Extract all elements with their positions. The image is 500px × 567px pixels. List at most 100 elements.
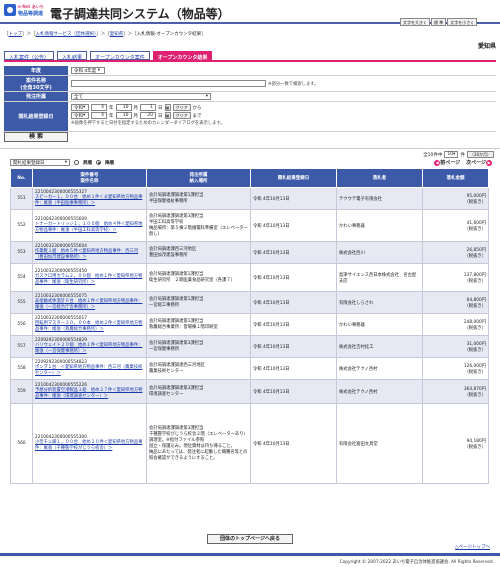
per-page-unit: 件 — [460, 152, 465, 158]
date-from-era[interactable]: 令和 ▾ — [71, 104, 89, 111]
area-name: 愛知県 — [477, 43, 496, 50]
font-smaller-button[interactable]: 文字を小さく — [447, 18, 478, 26]
date-to-clear-button[interactable]: クリア — [172, 112, 191, 119]
date-from-suffix: から — [192, 105, 202, 111]
font-standard-button[interactable]: 標 準 — [431, 18, 447, 26]
row-amount: 41,600円 （税抜き） — [422, 209, 489, 242]
date-from-clear-button[interactable]: クリア — [172, 104, 191, 111]
calendar-icon[interactable]: ▦ — [164, 104, 171, 111]
prev-page-link[interactable]: ◀前ページ — [434, 159, 460, 166]
page-top-link[interactable]: △ページトップへ — [455, 544, 490, 550]
amount-tax-note: （税抜き） — [464, 303, 486, 309]
dept-line: 納品にあたっては、発注者に起動した職種名等との照会確認ができるようにすること。 — [149, 449, 248, 461]
dept-line: 一宮総工事務所 — [149, 302, 180, 308]
breadcrumb-aichi[interactable]: 愛知県 — [110, 32, 124, 37]
year-select[interactable]: 令和 4年度 ▾ — [71, 67, 105, 74]
tab-open-counter-result[interactable]: オープンカウンタ結果 — [152, 51, 213, 61]
sort-desc-radio[interactable] — [96, 160, 101, 165]
year-row: 年度 令和 4年度 ▾ — [4, 66, 496, 76]
result-count: 全10件中 10 ▾ 件 （36か月） — [423, 151, 494, 158]
breadcrumb: ［トップ］＞［入札情報サービス（団体選択）］＞［愛知県］＞［入札情報-オープンカ… — [4, 32, 206, 37]
calendar-icon[interactable]: ▦ — [164, 112, 171, 119]
tab-bar: 入札案件（公告） 入札結果 オープンカウンタ案件 オープンカウンタ結果 — [4, 51, 213, 61]
col-header-line: 納入場所 — [189, 179, 208, 184]
back-to-org-top-button[interactable]: 団体のトップページへ戻る — [207, 534, 293, 544]
period-button[interactable]: （36か月） — [466, 151, 494, 158]
day-unit: 日 — [158, 105, 163, 111]
case-name-link[interactable]: 予想分析装置空港製品１組 始め２７件＜愛知県地方物品事件：尾張（環境調査センター… — [35, 388, 144, 400]
date-to-day[interactable]: 20 — [140, 112, 156, 119]
row-case: 2209292300000554823 ポンプ１台 ＜愛知県地方物品事件：西三河（… — [32, 357, 147, 380]
amount-tax-note: （税抜き） — [464, 444, 486, 450]
date-from-year[interactable]: 4 — [91, 104, 107, 111]
row-dept: 会計局調達課調達第1課担当 一宮総工事務所 — [146, 291, 251, 314]
row-winner: 有限会社富田文具堂 — [336, 403, 423, 484]
case-name-link[interactable]: 小型チェ脚１，００台 始め２０件＜愛知県地方物品事件：尾張（千種聾学校がじうら校… — [35, 440, 144, 452]
row-winner: 島津サイエンス西日本株式会社 名古屋支店 — [336, 263, 423, 292]
org-row: 発注所属 全て ▾ — [4, 92, 496, 102]
col-case: 案件番号 案件名称 — [32, 168, 147, 188]
row-no: 559 — [10, 379, 33, 404]
per-page-select[interactable]: 10 ▾ — [444, 151, 459, 158]
row-date: 令和 4年10月13日 — [250, 403, 337, 484]
site-logo[interactable]: e-Net あいち 物品等調達 — [4, 4, 46, 20]
row-dept: 会計局調達課調達第1課担当 救農総合事業所：習場棟１階印刷室 — [146, 313, 251, 336]
date-to-month[interactable]: 10 — [115, 112, 132, 119]
row-winner: テクウテ電子有限会社 — [336, 187, 423, 210]
case-name-input[interactable] — [71, 80, 266, 87]
date-from-day[interactable]: 1 — [140, 104, 156, 111]
row-no: 557 — [10, 335, 33, 358]
table-row: 555 2210032300000555075 非接触式体温計６台 始め１件＜愛知県… — [10, 291, 489, 314]
case-name-link[interactable]: 作業靴１組 始め５件＜愛知県地方物品事件：西三河（豊田加茂建設事務所）＞ — [35, 249, 144, 261]
row-no: 554 — [10, 263, 33, 292]
next-page-link[interactable]: 次ページ▶ — [466, 159, 492, 166]
dept-line: 豊田加茂建設事務所 — [149, 252, 188, 258]
case-name-link[interactable]: バリウェイト２０個 始め１件＜愛知県地方物品事件：尾張（一宮保健事務所）＞ — [35, 343, 144, 355]
date-from-group: 令和 ▾ 4年 10 月 1日 ▦ クリア から — [71, 104, 202, 111]
case-name-link[interactable]: ガスクロ用カラム２，００個 始め１件＜愛知県地方物品事件：尾張（衛生研究所）＞ — [35, 274, 144, 286]
results-table: No. 案件番号 案件名称 発注所属 納入場所 開札結果登録日 落札者 落札金額 5… — [10, 168, 489, 484]
row-winner: 株式会社テクノ西村 — [336, 379, 423, 404]
case-name-link[interactable]: トナーカートリッジ１，１００個 始め４件＜愛知県地方物品事件：尾張（半田工科高等… — [35, 222, 144, 234]
breadcrumb-top[interactable]: トップ — [9, 32, 23, 37]
amount-tax-note: （税抜き） — [464, 278, 486, 284]
font-larger-button[interactable]: 文字を大きく — [400, 18, 430, 26]
case-name-link[interactable]: ポンプ１台 ＜愛知県地方物品事件：西三河（農業技術センター）＞ — [35, 365, 144, 377]
sort-select[interactable]: 開札結果登録日 ▾ — [10, 159, 70, 166]
divider — [0, 148, 500, 149]
row-winner: かわい事務器 — [336, 313, 423, 336]
case-name-link[interactable]: スピーカー１，００台 始め１件くま愛知県地方物品事件：尾張（半田医療事務所）＞ — [35, 195, 144, 207]
org-select[interactable]: 全て ▾ — [71, 93, 211, 100]
row-case: 2210032300000555604 作業靴１組 始め５件＜愛知県地方物品事件：… — [32, 241, 147, 264]
date-to-year[interactable]: 4 — [91, 112, 107, 119]
search-button[interactable]: 検 索 — [4, 132, 68, 142]
table-header-row: No. 案件番号 案件名称 発注所属 納入場所 開札結果登録日 落札者 落札金額 — [10, 168, 489, 188]
row-dept: 会計局調達課調達第3課担当 一宮保健事務所 — [146, 335, 251, 358]
tab-bid-notice[interactable]: 入札案件（公告） — [4, 51, 55, 61]
table-row: 552 2210042300000555609 トナーカートリッジ１，１００個 始め… — [10, 209, 489, 242]
sort-asc-label: 昇順 — [83, 160, 92, 166]
logo-icon — [4, 4, 16, 16]
table-row: 559 2210042300000555226 予想分析装置空港製品１組 始め２７件… — [10, 379, 489, 404]
date-to-era[interactable]: 令和 ▾ — [71, 112, 89, 119]
col-dept: 発注所属 納入場所 — [146, 168, 251, 188]
system-title: 電子調達共同システム（物品等） — [50, 7, 230, 21]
next-page-label: 次ページ — [466, 160, 486, 166]
sort-asc-radio[interactable] — [74, 160, 79, 165]
amount-tax-note: （税抜き） — [464, 369, 486, 375]
breadcrumb-service[interactable]: 入札情報サービス（団体選択） — [36, 32, 97, 37]
row-winner: 株式会社テクノ西村 — [336, 357, 423, 380]
tab-bid-result[interactable]: 入札結果 — [57, 51, 88, 61]
amount-tax-note: （税抜き） — [464, 199, 486, 205]
row-amount: 137,800円 （税抜き） — [422, 263, 489, 292]
col-winner: 落札者 — [336, 168, 423, 188]
results-body: 551 2210042300000555327 スピーカー１，００台 始め１件くま愛… — [10, 187, 489, 484]
col-header-line: 案件名称 — [80, 179, 99, 184]
case-name-link[interactable]: 非接触式体温計６台 始め１件＜愛知県地方物品事件：尾張（一宮総合庁舎事務所）＞ — [35, 299, 144, 311]
tab-open-counter-case[interactable]: オープンカウンタ案件 — [90, 51, 150, 61]
month-unit: 月 — [133, 113, 139, 119]
case-name-link[interactable]: 回転用マスター３０，００本 始め２件＜愛知県地方物品事件：尾張（救農総合事務所）… — [35, 321, 144, 333]
date-from-month[interactable]: 10 — [115, 104, 132, 111]
row-no: 558 — [10, 357, 33, 380]
breadcrumb-current: 入札情報-オープンカウンタ結果 — [136, 32, 202, 37]
